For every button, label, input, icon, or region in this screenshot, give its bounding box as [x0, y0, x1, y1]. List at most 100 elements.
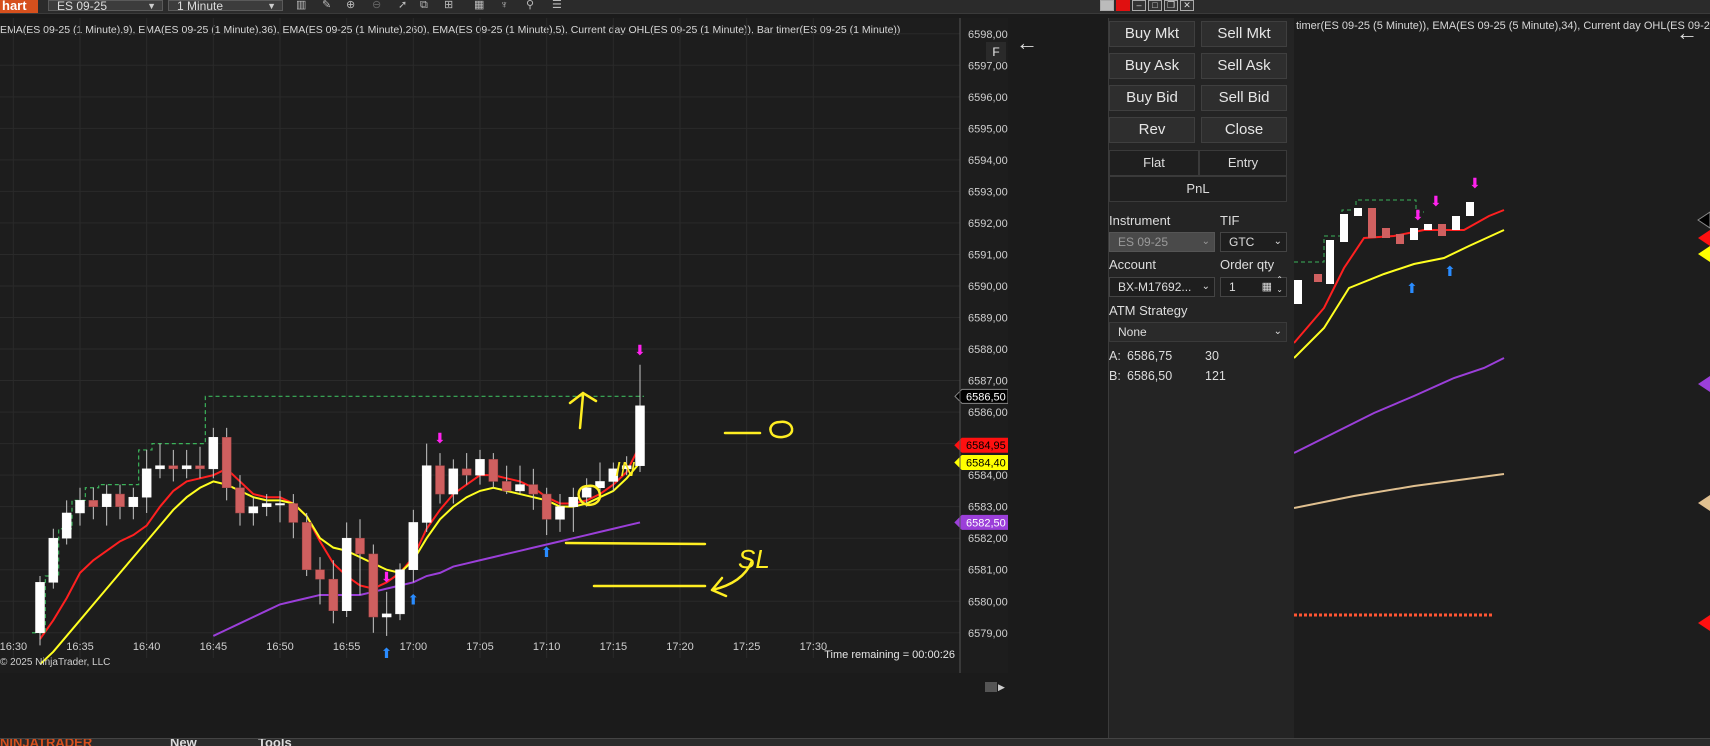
price-tag: 6584,40 [954, 455, 1008, 471]
secondary-chart-panel[interactable]: timer(ES 09-25 (5 Minute)), EMA(ES 09-25… [1294, 18, 1710, 738]
price-tag [1698, 495, 1710, 511]
secondary-ema-red [1294, 209, 1505, 344]
close-icon[interactable]: ✕ [1180, 0, 1194, 11]
minimize-icon[interactable]: – [1132, 0, 1146, 11]
data-box-icon[interactable]: ⧉ [420, 0, 428, 11]
chart-window-title: hart [0, 0, 38, 13]
atm-strategy-label: ATM Strategy [1109, 303, 1188, 318]
indicator-line-1 [39, 461, 641, 666]
price-axis: 6598,00 6597,00 6596,00 6595,00 6594,00 6593,… [954, 29, 1008, 640]
time-tick-label: 17:20 [666, 641, 694, 653]
main-chart-panel[interactable]: EMA(ES 09-25 (1 Minute),9), EMA(ES 09-25… [0, 18, 1038, 692]
bar-type-icon[interactable]: ▥ [296, 0, 306, 11]
candle-down [221, 437, 232, 489]
instrument-select[interactable]: ES 09-25 ⌄ [1109, 232, 1215, 252]
candle-up [341, 537, 352, 611]
tab-flat[interactable]: Flat [1109, 150, 1199, 176]
candles [35, 364, 645, 646]
bid-label: B: [1109, 369, 1121, 383]
time-tick-label: 17:30 [800, 641, 828, 653]
candle-down [541, 493, 552, 520]
interval-selector[interactable]: 1 Minute ▼ [168, 0, 283, 12]
candle [1314, 274, 1322, 282]
sell-ask-button[interactable]: Sell Ask [1201, 53, 1287, 79]
account-select[interactable]: BX-M17692... ⌄ [1109, 277, 1215, 297]
time-axis: 16:30 16:35 16:40 16:45 16:50 16:55 17:00 17:05… [0, 641, 827, 653]
bid-size: 121 [1205, 369, 1226, 383]
time-tick-label: 16:30 [0, 641, 27, 653]
candle [1340, 214, 1348, 242]
candle-down [315, 569, 325, 580]
candle [1396, 234, 1404, 244]
calculator-icon[interactable]: ▦ [1262, 278, 1272, 296]
zoom-in-icon[interactable]: ⊕ [346, 0, 355, 11]
candle-down [88, 500, 99, 507]
chevron-down-icon: ⌄ [1201, 236, 1210, 247]
buy-mkt-button[interactable]: Buy Mkt [1109, 21, 1195, 47]
tab-pnl[interactable]: PnL [1109, 176, 1287, 202]
tab-entry[interactable]: Entry [1199, 150, 1287, 176]
order-qty-stepper[interactable]: 1 ▦ ⌃ ⌄ [1220, 275, 1287, 297]
price-tag-label: 6584,40 [966, 458, 1006, 470]
bid-price: 6586,50 [1127, 369, 1173, 383]
annotation-arrow-up [568, 391, 598, 430]
ask-size: 30 [1205, 349, 1219, 363]
price-tick-label: 6597,00 [968, 60, 1008, 72]
strategies-icon[interactable]: ♆ [500, 0, 508, 11]
candle-up [155, 465, 165, 470]
time-tick-label: 17:00 [400, 641, 428, 653]
price-tick-label: 6589,00 [968, 313, 1008, 325]
back-arrow-icon[interactable]: ← [1016, 32, 1038, 54]
indicator-lines [32, 395, 644, 666]
zoom-out-icon[interactable]: ⊖ [372, 0, 381, 11]
candle-down [328, 578, 339, 611]
instrument-selector-value: ES 09-25 [57, 0, 108, 13]
candle-up [128, 496, 139, 507]
scroll-handle[interactable] [985, 682, 997, 692]
buy-bid-button[interactable]: Buy Bid [1109, 85, 1195, 111]
restore-icon[interactable]: ❐ [1164, 0, 1178, 11]
buy-signal-arrow-icon: ⬆ [407, 592, 419, 608]
time-tick-label: 16:45 [200, 641, 228, 653]
scroll-right-icon[interactable]: ▶ [998, 682, 1005, 693]
candle [1452, 216, 1460, 230]
atm-strategy-select[interactable]: None ⌄ [1109, 322, 1287, 342]
tif-select[interactable]: GTC ⌄ [1220, 232, 1287, 252]
ask-price: 6586,75 [1127, 349, 1173, 363]
time-tick-label: 17:25 [733, 641, 761, 653]
secondary-ema-purple [1294, 357, 1505, 454]
indicators-icon[interactable]: ⚲ [526, 0, 534, 11]
time-tick-label: 17:05 [466, 641, 494, 653]
properties-icon[interactable]: ☰ [552, 0, 562, 11]
price-chart-svg[interactable]: 16:30 16:35 16:40 16:45 16:50 16:55 17:00 17:05… [0, 18, 1008, 673]
price-tag-label: 6584,95 [966, 440, 1006, 452]
draw-tool-icon[interactable]: ✎ [322, 0, 331, 11]
pointer-icon[interactable]: ➚ [398, 0, 407, 11]
annotation-target-circle [769, 420, 794, 439]
indicator-line-0 [39, 444, 641, 640]
maximize-icon[interactable]: □ [1148, 0, 1162, 11]
secondary-candles [1294, 202, 1474, 304]
rev-button[interactable]: Rev [1109, 117, 1195, 143]
annotation-in-label: IN [615, 459, 636, 481]
price-tick-label: 6583,00 [968, 502, 1008, 514]
instrument-link-icon[interactable] [1116, 0, 1130, 11]
account-label: Account [1109, 257, 1156, 272]
close-position-button[interactable]: Close [1201, 117, 1287, 143]
sell-mkt-button[interactable]: Sell Mkt [1201, 21, 1287, 47]
order-qty-value: 1 [1229, 280, 1236, 294]
stepper-arrows-icon[interactable]: ⌃ ⌄ [1276, 275, 1283, 295]
account-select-value: BX-M17692... [1118, 280, 1192, 294]
link-icon[interactable] [1100, 0, 1114, 11]
chart-grid [0, 18, 960, 658]
chevron-down-icon: ▼ [147, 1, 156, 11]
sell-bid-button[interactable]: Sell Bid [1201, 85, 1287, 111]
chart-style-icon[interactable]: ▦ [474, 0, 484, 11]
candle [1466, 202, 1474, 216]
candle-up [408, 522, 419, 570]
secondary-chart-svg[interactable]: ⬇ ⬇ ⬇ ⬆ ⬆ [1294, 18, 1710, 738]
buy-ask-button[interactable]: Buy Ask [1109, 53, 1195, 79]
instrument-selector[interactable]: ES 09-25 ▼ [48, 0, 163, 13]
sell-signal-arrow-icon: ⬇ [1469, 175, 1481, 191]
crosshair-icon[interactable]: ⊞ [444, 0, 453, 11]
